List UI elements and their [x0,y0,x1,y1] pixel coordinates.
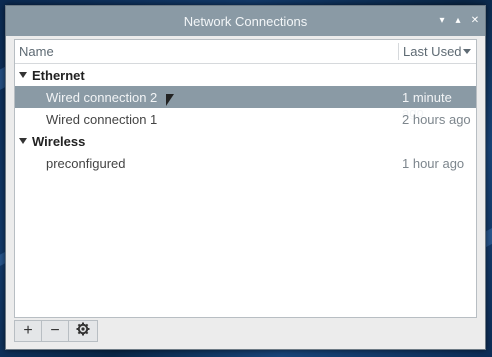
add-connection-button[interactable]: + [15,321,42,341]
expander-arrow-icon[interactable] [19,138,27,144]
group-label: Wireless [32,134,86,149]
mouse-pointer-icon [166,94,174,106]
column-header-name[interactable]: Name [19,44,54,59]
connections-list[interactable]: Name Last Used Ethernet Wired connection… [14,39,477,318]
connection-row-wired-2[interactable]: Wired connection 2 1 minute ago [15,86,476,120]
settings-button[interactable] [69,321,96,341]
gear-icon [76,322,90,341]
connection-name: preconfigured [46,156,126,171]
column-separator[interactable] [398,43,399,60]
close-button[interactable]: ✕ [468,14,482,28]
expander-arrow-icon[interactable] [19,72,27,78]
connection-last-used: 1 hour ago [402,156,465,171]
minimize-button[interactable]: ▾ [435,14,449,28]
list-header: Name Last Used [15,40,476,64]
title-bar[interactable]: Network Connections ▾ ▴ ✕ [6,6,485,36]
connection-row-preconfigured[interactable]: preconfigured 1 hour ago [15,152,476,174]
connection-toolbar: + − [14,320,98,342]
connection-row-wired-1[interactable]: Wired connection 1 2 hours ago [15,108,476,130]
group-row-ethernet[interactable]: Ethernet [15,64,476,86]
group-label: Ethernet [32,68,85,83]
sort-descending-icon [463,49,471,54]
connection-name: Wired connection 1 [46,112,158,127]
group-row-wireless[interactable]: Wireless [15,130,476,152]
column-header-last-used[interactable]: Last Used [403,44,462,59]
connection-last-used: 2 hours ago [402,112,471,127]
remove-connection-button[interactable]: − [42,321,69,341]
window-title: Network Connections [183,14,308,29]
network-connections-window: Network Connections ▾ ▴ ✕ Name Last Used… [5,5,486,350]
connection-name: Wired connection 2 [46,90,158,105]
maximize-button[interactable]: ▴ [451,14,465,28]
